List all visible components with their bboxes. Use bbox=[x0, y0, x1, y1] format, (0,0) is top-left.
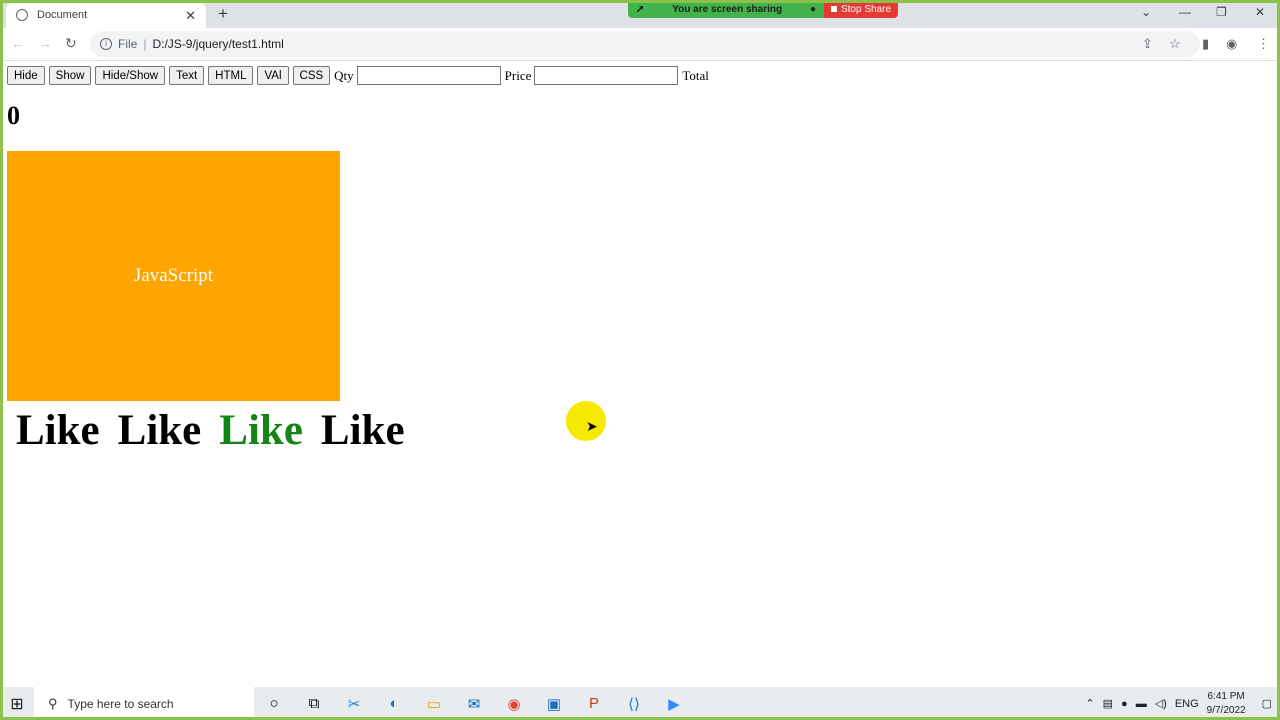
network-icon[interactable]: ▤ bbox=[1103, 697, 1113, 710]
screen-share-banner: ➚ You are screen sharing ● Stop Share bbox=[628, 0, 898, 18]
windows-taskbar: ⊞ ⚲ Type here to search ○ ⧉ ✂ ◐ ▭ ✉ ◉ ▣ … bbox=[0, 687, 1280, 720]
forward-icon[interactable]: → bbox=[38, 35, 52, 51]
browser-tab[interactable]: Document ✕ bbox=[6, 2, 206, 28]
clock-date: 9/7/2022 bbox=[1206, 704, 1246, 716]
edge-icon[interactable]: ◐ bbox=[374, 695, 414, 712]
app-window-icon[interactable]: ▣ bbox=[534, 695, 574, 713]
page-content: Hide Show Hide/Show Text HTML VAl CSS Qt… bbox=[0, 61, 1280, 687]
close-tab-icon[interactable]: ✕ bbox=[185, 9, 196, 22]
share-arrow-icon: ➚ bbox=[636, 3, 645, 15]
total-label: Total bbox=[682, 67, 709, 83]
system-tray: ⌃ ▤ ● ▬ ◁) ENG 6:41 PM 9/7/2022 ▢ bbox=[1085, 687, 1280, 720]
clock-time: 6:41 PM bbox=[1207, 690, 1245, 702]
browser-toolbar: ← → ↻ i File | D:/JS-9/jquery/test1.html… bbox=[0, 28, 1280, 61]
like-item[interactable]: Like bbox=[118, 406, 202, 455]
stop-icon bbox=[830, 6, 837, 12]
reload-icon[interactable]: ↻ bbox=[65, 35, 77, 52]
extension-icon[interactable]: ◉ bbox=[1226, 36, 1237, 52]
share-icon[interactable]: ⇪ bbox=[1142, 36, 1153, 52]
battery-icon[interactable]: ▬ bbox=[1136, 698, 1147, 710]
windows-start-icon[interactable]: ⊞ bbox=[0, 694, 34, 714]
back-icon[interactable]: ← bbox=[11, 35, 25, 51]
screen-share-status-text: You are screen sharing bbox=[672, 3, 783, 15]
tab-title: Document bbox=[37, 9, 88, 21]
snipping-tool-icon[interactable]: ✂ bbox=[334, 695, 374, 713]
zoom-icon[interactable]: ▶ bbox=[654, 695, 694, 713]
vscode-icon[interactable]: ⟨⟩ bbox=[614, 695, 654, 713]
url-separator: | bbox=[143, 37, 147, 51]
val-button[interactable]: VAl bbox=[257, 66, 289, 85]
text-button[interactable]: Text bbox=[169, 66, 205, 85]
html-button[interactable]: HTML bbox=[208, 66, 254, 85]
cortana-icon[interactable]: ○ bbox=[254, 695, 294, 712]
qty-input[interactable] bbox=[356, 66, 501, 85]
menu-icon[interactable]: ⋮ bbox=[1257, 36, 1270, 52]
like-item[interactable]: Like bbox=[16, 406, 100, 455]
notification-icon[interactable]: ▢ bbox=[1262, 697, 1272, 710]
css-button[interactable]: CSS bbox=[292, 66, 331, 85]
restore-icon[interactable]: ❐ bbox=[1216, 5, 1227, 19]
bookmark-star-icon[interactable]: ☆ bbox=[1169, 36, 1181, 52]
globe-icon bbox=[16, 9, 28, 21]
stop-share-label: Stop Share bbox=[840, 3, 892, 15]
screen-share-status: ➚ You are screen sharing ● bbox=[628, 0, 824, 18]
price-input[interactable] bbox=[534, 66, 679, 85]
close-window-icon[interactable]: ✕ bbox=[1255, 5, 1265, 19]
show-hidden-icons-icon[interactable]: ⌃ bbox=[1085, 697, 1094, 710]
like-row: Like Like Like Like bbox=[16, 406, 405, 455]
new-tab-button[interactable]: + bbox=[218, 5, 228, 22]
task-view-icon[interactable]: ⧉ bbox=[294, 695, 334, 712]
browser-tab-strip: Document ✕ + ➚ You are screen sharing ● … bbox=[0, 0, 1280, 28]
taskbar-search-placeholder: Type here to search bbox=[67, 696, 174, 711]
info-icon[interactable]: i bbox=[100, 38, 112, 50]
stop-share-button[interactable]: Stop Share bbox=[824, 0, 898, 18]
taskbar-search-box[interactable]: ⚲ Type here to search bbox=[34, 687, 254, 720]
powerpoint-icon[interactable]: P bbox=[574, 695, 614, 712]
shield-icon: ● bbox=[809, 3, 816, 15]
microphone-icon[interactable]: ● bbox=[1121, 698, 1128, 710]
side-panel-icon[interactable]: ▮ bbox=[1202, 36, 1209, 52]
url-scheme-label: File bbox=[118, 37, 138, 51]
address-bar[interactable]: i File | D:/JS-9/jquery/test1.html bbox=[90, 31, 1200, 57]
mouse-pointer-icon: ➤ bbox=[586, 420, 598, 435]
price-label: Price bbox=[504, 67, 532, 83]
qty-label: Qty bbox=[334, 67, 354, 83]
volume-icon[interactable]: ◁) bbox=[1155, 697, 1167, 710]
like-item[interactable]: Like bbox=[321, 406, 405, 455]
file-explorer-icon[interactable]: ▭ bbox=[414, 695, 454, 713]
url-text: D:/JS-9/jquery/test1.html bbox=[152, 37, 284, 51]
hide-button[interactable]: Hide bbox=[7, 66, 45, 85]
tab-search-icon[interactable]: ⌄ bbox=[1141, 5, 1151, 19]
hide-show-button[interactable]: Hide/Show bbox=[95, 66, 166, 85]
counter-value: 0 bbox=[7, 101, 20, 130]
javascript-box-label: JavaScript bbox=[133, 265, 214, 286]
like-item-active[interactable]: Like bbox=[219, 406, 303, 455]
search-icon: ⚲ bbox=[48, 695, 58, 711]
javascript-box: JavaScript bbox=[7, 151, 340, 401]
show-button[interactable]: Show bbox=[48, 66, 92, 85]
taskbar-clock[interactable]: 6:41 PM 9/7/2022 bbox=[1207, 690, 1246, 718]
language-indicator[interactable]: ENG bbox=[1175, 698, 1199, 710]
minimize-icon[interactable]: — bbox=[1179, 5, 1191, 19]
control-bar: Hide Show Hide/Show Text HTML VAl CSS Qt… bbox=[7, 66, 712, 85]
mail-icon[interactable]: ✉ bbox=[454, 695, 494, 713]
chrome-icon[interactable]: ◉ bbox=[494, 695, 534, 713]
